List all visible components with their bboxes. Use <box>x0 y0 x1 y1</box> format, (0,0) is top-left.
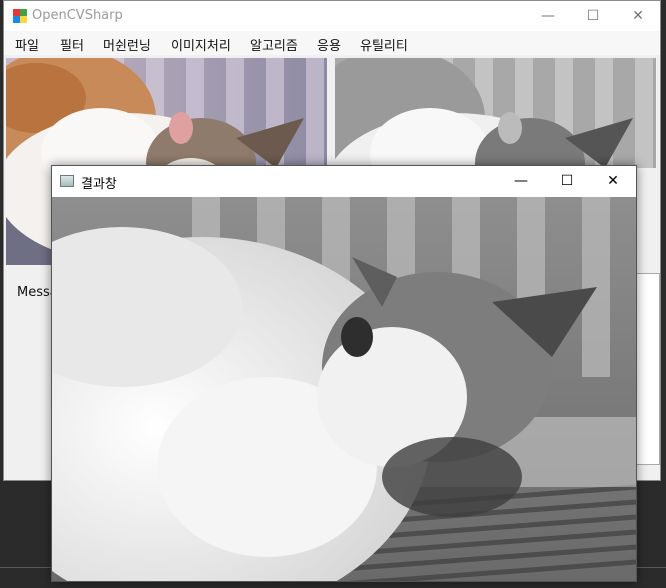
close-button[interactable]: ✕ <box>615 1 661 31</box>
menu-file[interactable]: 파일 <box>15 35 39 54</box>
maximize-button[interactable]: ☐ <box>570 1 616 31</box>
result-titlebar[interactable]: 결과창 — ☐ ✕ <box>52 166 636 196</box>
menu-image-processing[interactable]: 이미지처리 <box>171 35 231 54</box>
app-icon <box>13 9 27 23</box>
menu-utility[interactable]: 유틸리티 <box>360 35 408 54</box>
minimize-button[interactable]: — <box>525 1 571 31</box>
result-minimize-button[interactable]: — <box>498 166 544 196</box>
menu-filter[interactable]: 필터 <box>60 35 84 54</box>
menu-application[interactable]: 응용 <box>317 35 341 54</box>
menu-machine-learning[interactable]: 머쉰런닝 <box>103 35 151 54</box>
result-image <box>52 197 636 581</box>
result-maximize-button[interactable]: ☐ <box>544 166 590 196</box>
window-title: OpenCVSharp <box>32 8 123 23</box>
result-window-title: 결과창 <box>81 177 117 192</box>
menu-bar: 파일 필터 머쉰런닝 이미지처리 알고리즘 응용 유틸리티 <box>4 31 660 55</box>
result-window-icon <box>60 175 74 187</box>
result-window: 결과창 — ☐ ✕ <box>51 165 637 582</box>
result-close-button[interactable]: ✕ <box>590 166 636 196</box>
processed-image <box>335 58 656 168</box>
message-box[interactable] <box>636 273 660 465</box>
main-titlebar[interactable]: OpenCVSharp — ☐ ✕ <box>4 1 660 31</box>
menu-algorithm[interactable]: 알고리즘 <box>250 35 298 54</box>
